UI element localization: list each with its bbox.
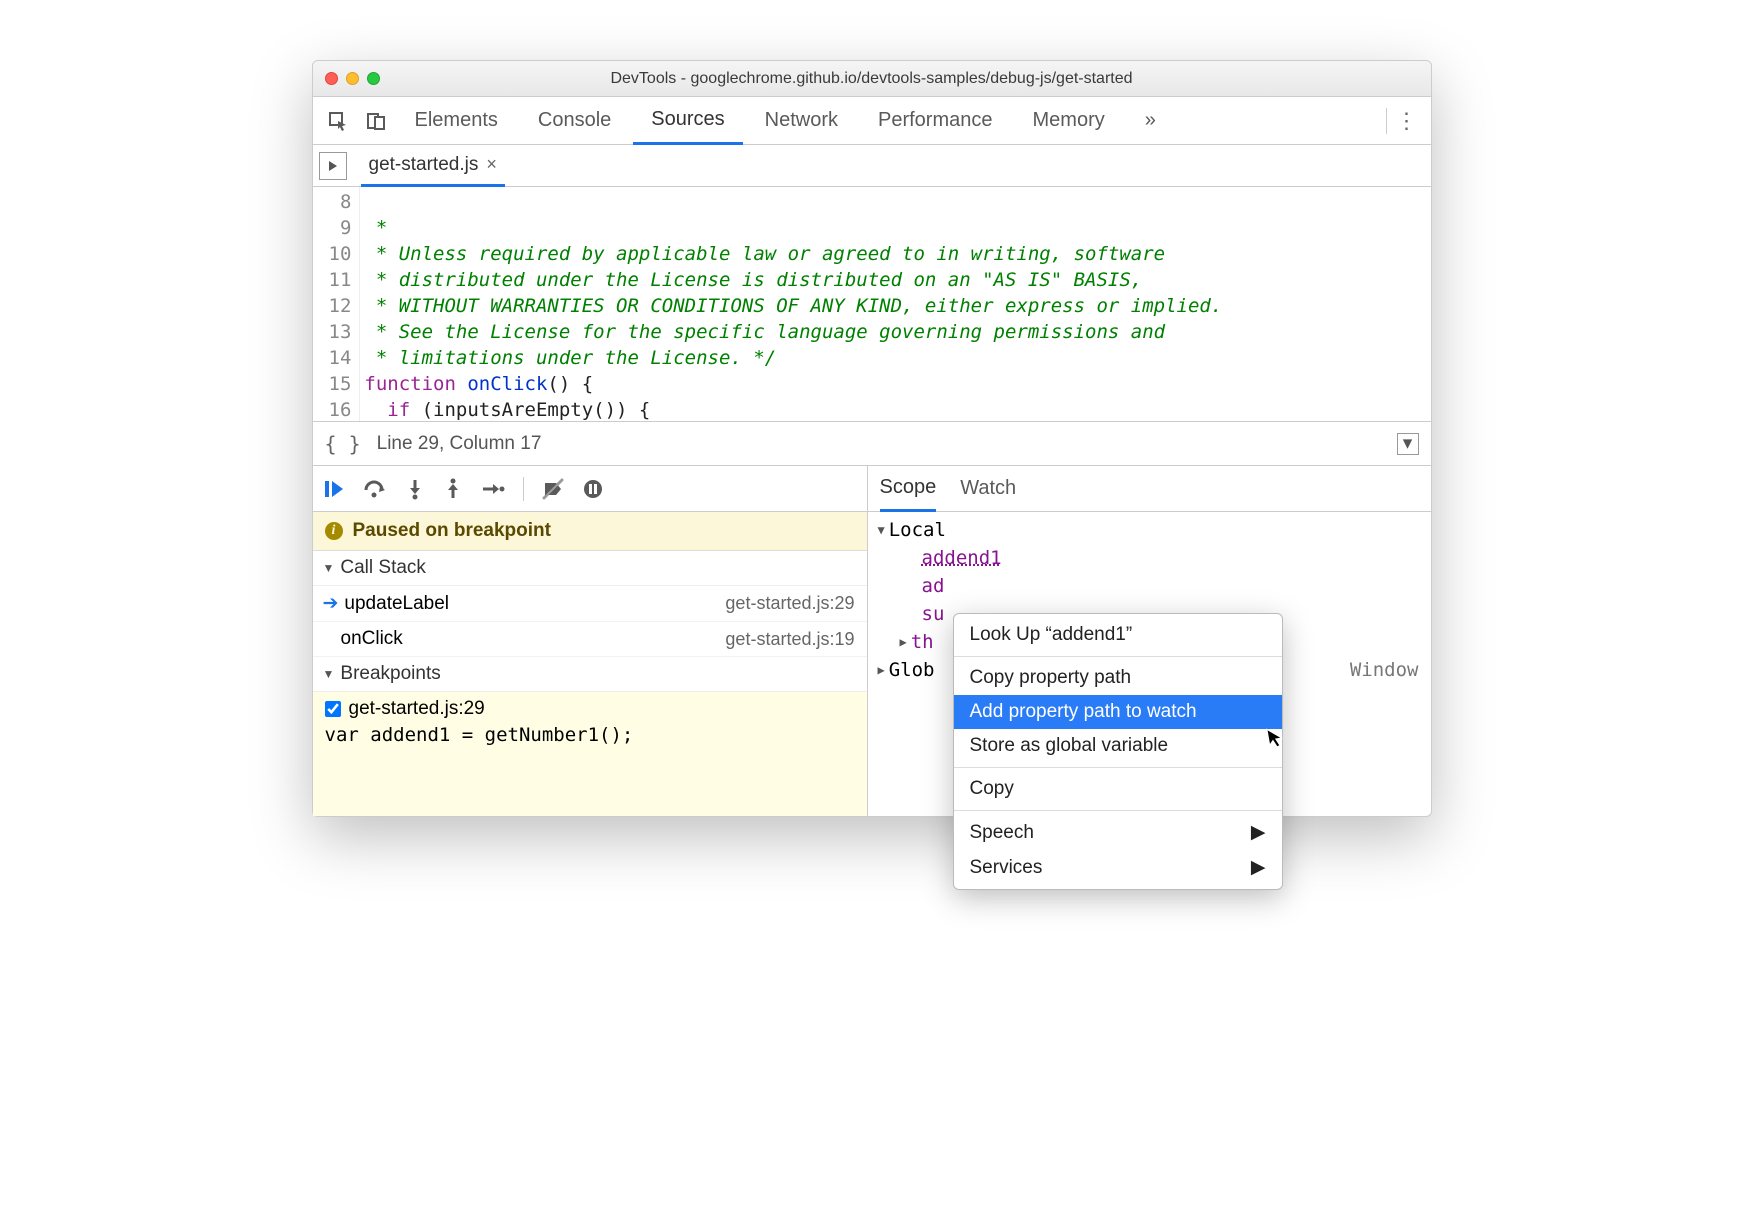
file-tab-get-started[interactable]: get-started.js × <box>361 146 505 187</box>
breakpoint-preview: var addend1 = getNumber1(); <box>325 724 855 746</box>
menu-speech[interactable]: Speech▶ <box>954 815 1282 850</box>
pretty-print-icon[interactable]: { } <box>325 432 361 456</box>
menu-add-property-to-watch[interactable]: Add property path to watch <box>954 695 1282 729</box>
cursor-position: Line 29, Column 17 <box>377 433 542 455</box>
show-navigator-icon[interactable] <box>319 152 347 180</box>
editor-statusbar: { } Line 29, Column 17 ▾ <box>313 422 1431 466</box>
code-body: * * Unless required by applicable law or… <box>360 187 1222 421</box>
scope-prop-addend1[interactable]: addend1 <box>878 544 1421 572</box>
device-toolbar-icon[interactable] <box>359 104 393 138</box>
paused-banner: i Paused on breakpoint <box>313 512 867 551</box>
menu-store-global[interactable]: Store as global variable <box>954 729 1282 763</box>
debugger-left-pane: i Paused on breakpoint ▼ Call Stack ➔ up… <box>313 466 868 816</box>
menu-copy[interactable]: Copy <box>954 772 1282 806</box>
main-tab-strip: Elements Console Sources Network Perform… <box>313 97 1431 145</box>
devtools-window: DevTools - googlechrome.github.io/devtoo… <box>312 60 1432 817</box>
deactivate-breakpoints-icon[interactable] <box>542 478 564 500</box>
current-frame-arrow-icon: ➔ <box>323 592 339 615</box>
code-editor[interactable]: 8 9 10 11 12 13 14 15 16 * * Unless requ… <box>313 187 1431 422</box>
scope-local[interactable]: ▼ Local <box>878 516 1421 544</box>
coverage-dropdown-icon[interactable]: ▾ <box>1397 433 1419 455</box>
inspect-element-icon[interactable] <box>321 104 355 138</box>
tab-performance[interactable]: Performance <box>860 97 1011 144</box>
right-tab-strip: Scope Watch <box>868 466 1431 512</box>
disclosure-triangle-icon: ▶ <box>900 628 907 656</box>
menu-copy-property-path[interactable]: Copy property path <box>954 661 1282 695</box>
tab-elements[interactable]: Elements <box>397 97 516 144</box>
tab-network[interactable]: Network <box>747 97 856 144</box>
scope-prop[interactable]: ad <box>878 572 1421 600</box>
pause-exceptions-icon[interactable] <box>582 478 604 500</box>
menu-services[interactable]: Services▶ <box>954 850 1282 885</box>
callstack-frame-current[interactable]: ➔ updateLabel get-started.js:29 <box>313 586 867 622</box>
tab-sources[interactable]: Sources <box>633 98 742 145</box>
callstack-frame[interactable]: onClick get-started.js:19 <box>313 622 867 657</box>
tab-memory[interactable]: Memory <box>1015 97 1123 144</box>
line-gutter: 8 9 10 11 12 13 14 15 16 <box>313 187 361 421</box>
paused-text: Paused on breakpoint <box>353 520 551 542</box>
step-out-icon[interactable] <box>443 478 463 500</box>
window-titlebar: DevTools - googlechrome.github.io/devtoo… <box>313 61 1431 97</box>
resume-icon[interactable] <box>323 478 345 500</box>
breakpoints-header[interactable]: ▼ Breakpoints <box>313 657 867 692</box>
close-file-icon[interactable]: × <box>486 154 497 175</box>
breakpoint-checkbox[interactable] <box>325 701 341 717</box>
disclosure-triangle-icon: ▼ <box>323 561 335 575</box>
step-into-icon[interactable] <box>405 478 425 500</box>
callstack-header[interactable]: ▼ Call Stack <box>313 551 867 586</box>
context-menu: Look Up “addend1” Copy property path Add… <box>953 613 1283 890</box>
window-title: DevTools - googlechrome.github.io/devtoo… <box>313 70 1431 88</box>
tab-watch[interactable]: Watch <box>960 466 1016 511</box>
disclosure-triangle-icon: ▶ <box>878 656 885 684</box>
menu-lookup[interactable]: Look Up “addend1” <box>954 618 1282 652</box>
file-tab-label: get-started.js <box>369 154 479 176</box>
disclosure-triangle-icon: ▼ <box>878 516 885 544</box>
disclosure-triangle-icon: ▼ <box>323 667 335 681</box>
info-icon: i <box>325 522 343 540</box>
breakpoint-item[interactable]: get-started.js:29 var addend1 = getNumbe… <box>313 692 867 816</box>
file-tab-row: get-started.js × <box>313 145 1431 187</box>
settings-kebab-icon[interactable]: ⋮ <box>1391 108 1423 134</box>
tab-scope[interactable]: Scope <box>880 467 937 512</box>
tab-console[interactable]: Console <box>520 97 629 144</box>
tabs-overflow[interactable]: » <box>1127 97 1174 144</box>
debugger-toolbar <box>313 466 867 512</box>
submenu-arrow-icon: ▶ <box>1251 821 1266 844</box>
step-over-icon[interactable] <box>363 478 387 500</box>
submenu-arrow-icon: ▶ <box>1251 856 1266 879</box>
step-icon[interactable] <box>481 478 505 500</box>
